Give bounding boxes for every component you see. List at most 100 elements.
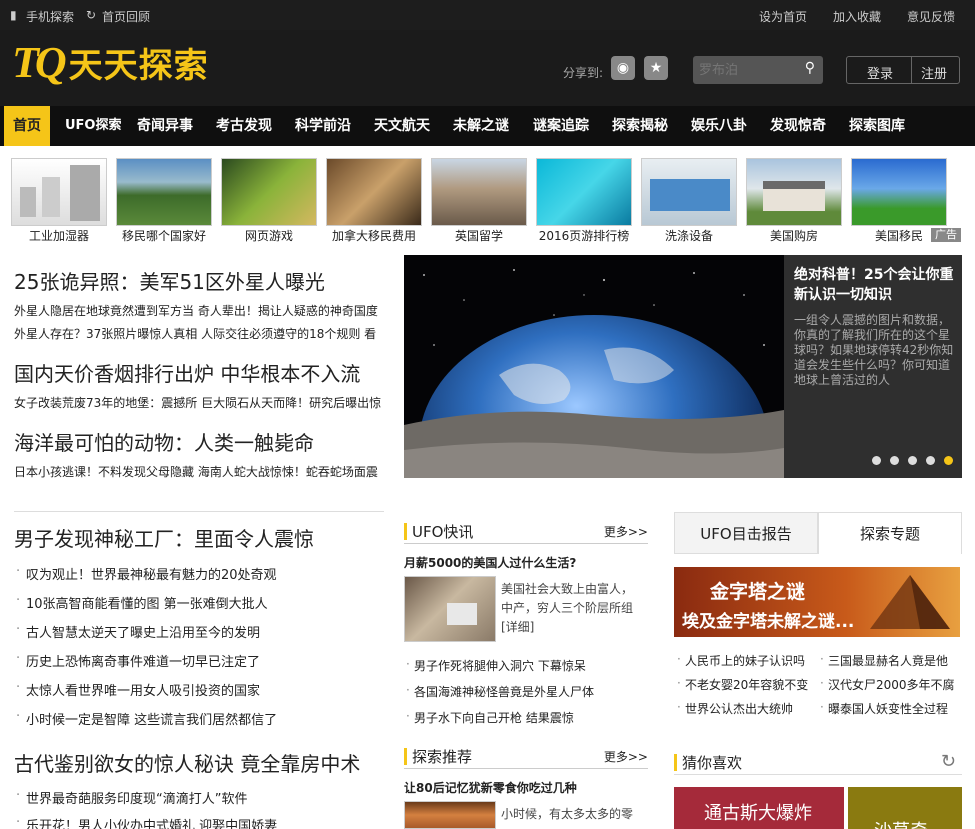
slider-dot-active[interactable] [944, 456, 953, 465]
list-item[interactable]: 叹为观止！世界最神秘最有魅力的20处奇观 [16, 564, 277, 583]
login-button[interactable]: 登录 [867, 63, 893, 82]
list-item[interactable]: 小时候一定是智障 这些谎言我们居然都信了 [16, 709, 277, 728]
thumb-image[interactable] [431, 158, 527, 226]
slider-dot[interactable] [872, 456, 881, 465]
news-item[interactable]: 男子水下向自己开枪 结果震惊 [406, 709, 574, 726]
thumb-caption[interactable]: 工业加湿器 [9, 227, 109, 244]
thumb-image[interactable] [11, 158, 107, 226]
feature-title[interactable]: 月薪5000的美国人过什么生活? [404, 554, 576, 571]
register-button[interactable]: 注册 [921, 63, 947, 82]
hero-title[interactable]: 绝对科普！25个会让你重新认识一切知识 [794, 265, 959, 305]
list-item[interactable]: 历史上恐怖离奇事件难道一切早已注定了 [16, 651, 260, 670]
nav-discoveries[interactable]: 发现惊奇 [761, 106, 835, 146]
headline-title[interactable]: 海洋最可怕的动物：人类一触毙命 [14, 427, 314, 456]
topic-item[interactable]: 曝泰国人妖变性全过程 [820, 700, 948, 717]
slider-dot[interactable] [926, 456, 935, 465]
hero-slider[interactable]: 绝对科普！25个会让你重新认识一切知识 一组令人震撼的图片和数据，你真的了解我们… [404, 255, 962, 478]
headline-sub[interactable]: 外星人存在？37张照片曝惊人真相 人际交往必须遵守的18个规则 看 [14, 325, 386, 342]
thumb-image[interactable] [116, 158, 212, 226]
list-title[interactable]: 男子发现神秘工厂：里面令人震惊 [14, 523, 314, 552]
slider-dot[interactable] [890, 456, 899, 465]
headline-sub[interactable]: 外星人隐居在地球竟然遭到军方当 奇人辈出！揭让人疑惑的神奇国度 [14, 302, 386, 319]
ad-badge: 广告 [931, 228, 961, 242]
section-title[interactable]: 探索推荐 [412, 746, 472, 767]
thumb-caption[interactable]: 移民哪个国家好 [114, 227, 214, 244]
thumb-caption[interactable]: 洗涤设备 [639, 227, 739, 244]
section-bar [404, 748, 407, 765]
guess-card-title: 通古斯大爆炸 [704, 803, 812, 824]
set-home-link[interactable]: 设为首页 [759, 8, 807, 25]
nav-revealed[interactable]: 探索揭秘 [603, 106, 677, 146]
headline-sub[interactable]: 日本小孩逃课！不料发现父母隐藏 海南人蛇大战惊悚！蛇吞蛇场面震 [14, 463, 386, 480]
nav-science[interactable]: 科学前沿 [286, 106, 360, 146]
detail-link[interactable]: [详细] [501, 620, 534, 634]
list-title[interactable]: 古代鉴别欲女的惊人秘诀 竟全靠房中术 [14, 748, 360, 777]
section-bar [674, 754, 677, 771]
nav-entertainment[interactable]: 娱乐八卦 [682, 106, 756, 146]
tab-special[interactable]: 探索专题 [818, 512, 962, 554]
topic-item[interactable]: 人民币上的妹子认识吗 [677, 652, 805, 669]
more-link[interactable]: 更多>> [604, 748, 648, 765]
main-nav: 首页 UFO探索 奇闻异事 考古发现 科学前沿 天文航天 未解之谜 谜案追踪 探… [0, 106, 975, 146]
list-item[interactable]: 10张高智商能看懂的图 第一张难倒大批人 [16, 593, 268, 612]
news-item[interactable]: 各国海滩神秘怪兽竟是外星人尸体 [406, 683, 594, 700]
home-review-link[interactable]: 首页回顾 [102, 8, 150, 25]
hero-image[interactable] [404, 255, 784, 478]
refresh-icon[interactable]: ↻ [941, 751, 956, 772]
nav-home[interactable]: 首页 [4, 106, 50, 146]
thumb-image[interactable] [641, 158, 737, 226]
headline-title[interactable]: 国内天价香烟排行出炉 中华根本不入流 [14, 358, 360, 387]
search-icon[interactable]: ⚲ [805, 60, 815, 76]
list-item[interactable]: 古人智慧太逆天了曝史上沿用至今的发明 [16, 622, 260, 641]
feature-image[interactable] [404, 576, 496, 642]
slider-dot[interactable] [908, 456, 917, 465]
feedback-link[interactable]: 意见反馈 [907, 8, 955, 25]
nav-archaeology[interactable]: 考古发现 [207, 106, 281, 146]
list-item[interactable]: 太惊人看世界唯一用女人吸引投资的国家 [16, 680, 260, 699]
topic-item[interactable]: 三国最显赫名人竟是他 [820, 652, 948, 669]
thumb-image[interactable] [536, 158, 632, 226]
nav-cases[interactable]: 谜案追踪 [524, 106, 598, 146]
mobile-explore-link[interactable]: 手机探索 [26, 8, 74, 25]
site-logo[interactable]: TQ 天天探索 [12, 38, 209, 87]
thumb-caption[interactable]: 美国购房 [744, 227, 844, 244]
nav-ufo[interactable]: UFO探索 [56, 106, 131, 146]
feature-image[interactable] [404, 801, 496, 829]
more-link[interactable]: 更多>> [604, 523, 648, 540]
weibo-icon[interactable]: ◉ [611, 56, 635, 80]
section-title[interactable]: UFO快讯 [412, 521, 473, 542]
search-input[interactable] [699, 61, 795, 79]
top-bar: ▮ 手机探索 ↻ 首页回顾 设为首页 加入收藏 意见反馈 [0, 0, 975, 30]
add-favorite-link[interactable]: 加入收藏 [833, 8, 881, 25]
list-item[interactable]: 乐开花！男人小伙办中式婚礼 迎娶中国娇妻 [16, 815, 277, 829]
thumb-image[interactable] [221, 158, 317, 226]
section-bar [404, 523, 407, 540]
thumb-caption[interactable]: 英国留学 [429, 227, 529, 244]
phone-icon: ▮ [10, 8, 17, 22]
pyramid-banner[interactable]: 金字塔之谜 埃及金字塔未解之谜... [674, 567, 960, 637]
ufo-news-header: UFO快讯 更多>> [404, 520, 648, 544]
feature-title[interactable]: 让80后记忆犹新零食你吃过几种 [404, 779, 577, 796]
nav-astronomy[interactable]: 天文航天 [365, 106, 439, 146]
topic-item[interactable]: 世界公认杰出大统帅 [677, 700, 793, 717]
guess-card[interactable]: 沙草奇 [848, 787, 962, 829]
nav-oddities[interactable]: 奇闻异事 [128, 106, 202, 146]
guess-card[interactable]: 通古斯大爆炸 [674, 787, 844, 829]
topic-item[interactable]: 不老女婴20年容貌不变 [677, 676, 808, 693]
tab-ufo-report[interactable]: UFO目击报告 [674, 512, 818, 554]
thumb-image[interactable] [851, 158, 947, 226]
nav-mysteries[interactable]: 未解之谜 [444, 106, 518, 146]
thumb-caption[interactable]: 网页游戏 [219, 227, 319, 244]
news-item[interactable]: 男子作死将腿伸入洞穴 下幕惊呆 [406, 657, 586, 674]
topic-item[interactable]: 汉代女尸2000多年不腐 [820, 676, 955, 693]
star-icon[interactable]: ★ [644, 56, 668, 80]
auth-divider [911, 57, 912, 83]
nav-gallery[interactable]: 探索图库 [840, 106, 914, 146]
thumb-caption[interactable]: 2016页游排行榜 [534, 227, 634, 244]
headline-sub[interactable]: 女子改装荒废73年的地堡：震撼所 巨大陨石从天而降！研究后曝出惊 [14, 394, 386, 411]
thumb-image[interactable] [326, 158, 422, 226]
list-item[interactable]: 世界最奇葩服务印度现“滴滴打人”软件 [16, 788, 248, 807]
headline-title[interactable]: 25张诡异照：美军51区外星人曝光 [14, 266, 325, 295]
thumb-image[interactable] [746, 158, 842, 226]
thumb-caption[interactable]: 加拿大移民费用 [324, 227, 424, 244]
